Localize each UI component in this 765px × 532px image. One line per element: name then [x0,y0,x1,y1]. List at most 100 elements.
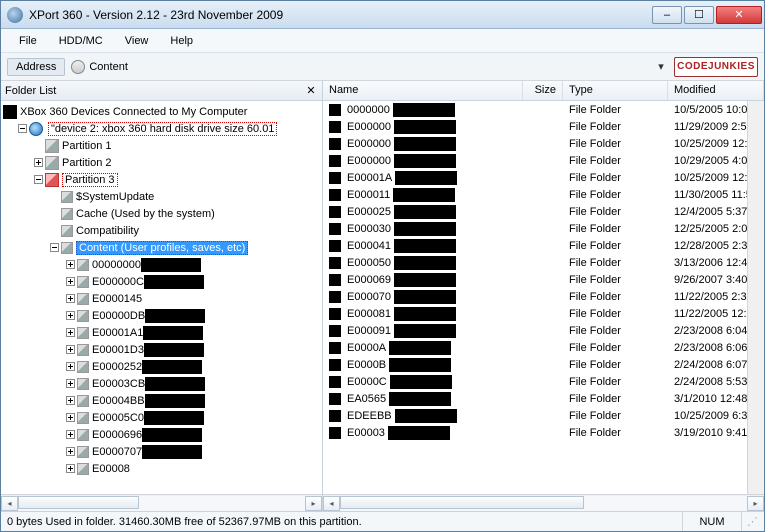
expand-icon[interactable] [63,379,77,388]
table-row[interactable]: E000041File Folder12/28/2005 2:38:4 [323,237,764,254]
table-row[interactable]: E000011File Folder11/30/2005 11:55 [323,186,764,203]
expand-icon[interactable] [63,362,77,371]
table-row[interactable]: EA0565File Folder3/1/2010 12:48:12 [323,390,764,407]
scroll-thumb[interactable] [18,496,139,509]
statusbar: 0 bytes Used in folder. 31460.30MB free … [1,511,764,531]
table-row[interactable]: E000030File Folder12/25/2005 2:02:1 [323,220,764,237]
tree-content-child[interactable]: E0000252 [1,358,322,375]
menu-view[interactable]: View [115,32,159,50]
close-button[interactable]: ✕ [716,6,762,24]
table-row[interactable]: E000070File Folder11/22/2005 2:32:5 [323,288,764,305]
tree-device[interactable]: "device 2: xbox 360 hard disk drive size… [1,120,322,137]
tree-partition-2[interactable]: Partition 2 [1,154,322,171]
table-row[interactable]: E000000File Folder10/25/2009 12:36 [323,135,764,152]
redacted [142,360,202,374]
table-row[interactable]: E000025File Folder12/4/2005 5:37:16 [323,203,764,220]
item-name: E000000 [347,138,391,150]
col-name[interactable]: Name [323,81,523,100]
minimize-button[interactable]: – [652,6,682,24]
table-row[interactable]: E000000File Folder10/29/2005 4:09:2 [323,152,764,169]
expand-icon[interactable] [63,328,77,337]
tree-content-child[interactable]: E00005C0 [1,409,322,426]
tree-content-child[interactable]: E00004BB [1,392,322,409]
tree-hscrollbar[interactable]: ◂ ▸ [1,494,322,511]
table-row[interactable]: EDEEBBFile Folder10/25/2009 6:35:4 [323,407,764,424]
redacted [144,275,204,289]
item-icon [329,291,341,303]
table-row[interactable]: E00001AFile Folder10/25/2009 12:37 [323,169,764,186]
tree-content-child[interactable]: E00001D3 [1,341,322,358]
tree-content-child[interactable]: E00003CB [1,375,322,392]
tree-cache[interactable]: Cache (Used by the system) [1,205,322,222]
tree-content-child[interactable]: E0000696 [1,426,322,443]
menu-help[interactable]: Help [160,32,203,50]
table-row[interactable]: E000091File Folder2/23/2008 6:04:50 [323,322,764,339]
folder-icon [61,191,73,203]
item-type: File Folder [563,427,668,439]
scroll-right-button[interactable]: ▸ [305,496,322,511]
tree-root[interactable]: XBox 360 Devices Connected to My Compute… [1,103,322,120]
scroll-thumb[interactable] [340,496,584,509]
table-row[interactable]: E000069File Folder9/26/2007 3:40:42 [323,271,764,288]
expand-icon[interactable] [63,311,77,320]
item-name: EA0565 [347,393,386,405]
list-hscrollbar[interactable]: ◂ ▸ [323,494,764,511]
tree-content-child[interactable]: E00001A1 [1,324,322,341]
file-list-pane: Name Size Type Modified 0000000File Fold… [323,81,764,511]
file-list[interactable]: 0000000File Folder10/5/2005 10:00:2E0000… [323,101,764,494]
table-row[interactable]: E0000BFile Folder2/24/2008 6:07:00 [323,356,764,373]
expand-icon[interactable] [63,260,77,269]
table-row[interactable]: E00003File Folder3/19/2010 9:41:04 [323,424,764,441]
list-vscrollbar[interactable] [747,101,764,494]
expand-icon[interactable] [63,430,77,439]
collapse-icon[interactable] [15,124,29,133]
table-row[interactable]: E0000CFile Folder2/24/2008 5:53:36 [323,373,764,390]
expand-icon[interactable] [63,277,77,286]
folder-tree[interactable]: XBox 360 Devices Connected to My Compute… [1,101,322,494]
table-row[interactable]: 0000000File Folder10/5/2005 10:00:2 [323,101,764,118]
folder-list-close-icon[interactable]: ✕ [304,84,318,98]
expand-icon[interactable] [63,396,77,405]
table-row[interactable]: E000000File Folder11/29/2009 2:52:1 [323,118,764,135]
table-row[interactable]: E000081File Folder11/22/2005 12:13 [323,305,764,322]
table-row[interactable]: E0000AFile Folder2/23/2008 6:06:08 [323,339,764,356]
redacted [145,377,205,391]
scroll-left-button[interactable]: ◂ [1,496,18,511]
scroll-left-button[interactable]: ◂ [323,496,340,511]
menu-file[interactable]: File [9,32,47,50]
expand-icon[interactable] [31,158,45,167]
tree-sysupdate[interactable]: $SystemUpdate [1,188,322,205]
menu-hddmc[interactable]: HDD/MC [49,32,113,50]
item-icon [329,206,341,218]
tree-content-child[interactable]: E00008 [1,460,322,477]
tree-partition-3[interactable]: Partition 3 [1,171,322,188]
tree-compat[interactable]: Compatibility [1,222,322,239]
address-path[interactable]: Content [71,60,648,74]
expand-icon[interactable] [63,413,77,422]
status-text: 0 bytes Used in folder. 31460.30MB free … [7,516,682,528]
tree-content-child[interactable]: 00000000 [1,256,322,273]
collapse-icon[interactable] [31,175,45,184]
col-type[interactable]: Type [563,81,668,100]
address-dropdown-icon[interactable]: ▾ [654,60,668,73]
expand-icon[interactable] [63,447,77,456]
resize-grip-icon[interactable]: ⋰ [742,515,758,528]
titlebar[interactable]: XPort 360 - Version 2.12 - 23rd November… [1,1,764,29]
tree-content-child[interactable]: E0000145 [1,290,322,307]
collapse-icon[interactable] [47,243,61,252]
col-size[interactable]: Size [523,81,563,100]
tree-content-child[interactable]: E0000707 [1,443,322,460]
partition-icon [45,139,59,153]
col-modified[interactable]: Modified [668,81,764,100]
scroll-right-button[interactable]: ▸ [747,496,764,511]
expand-icon[interactable] [63,345,77,354]
tree-content[interactable]: Content (User profiles, saves, etc) [1,239,322,256]
maximize-button[interactable]: ☐ [684,6,714,24]
expand-icon[interactable] [63,294,77,303]
tree-partition-1[interactable]: Partition 1 [1,137,322,154]
table-row[interactable]: E000050File Folder3/13/2006 12:40:3 [323,254,764,271]
tree-content-child[interactable]: E000000C [1,273,322,290]
expand-icon[interactable] [63,464,77,473]
redacted [388,426,450,440]
tree-content-child[interactable]: E00000DB [1,307,322,324]
